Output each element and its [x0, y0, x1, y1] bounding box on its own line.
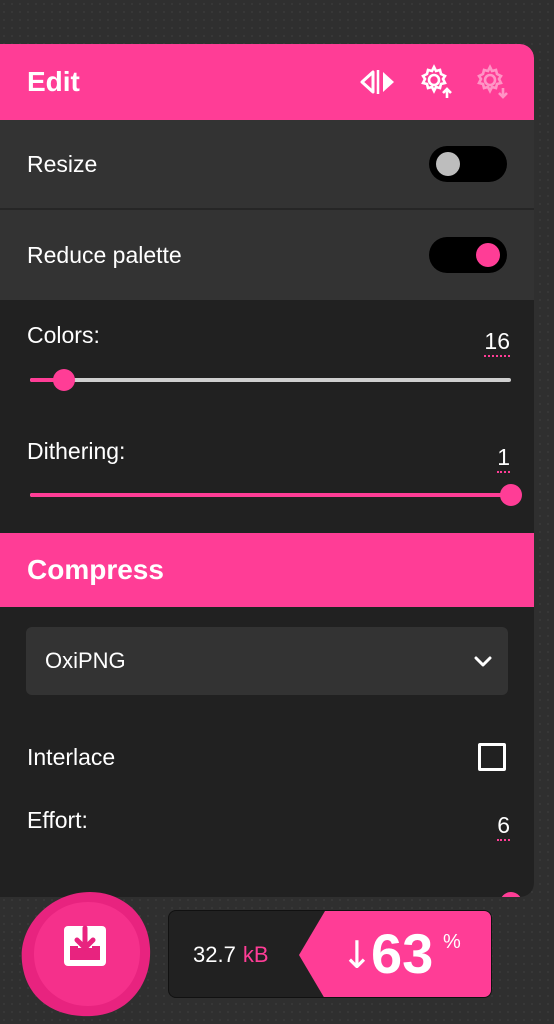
reduce-palette-label: Reduce palette	[27, 241, 182, 268]
settings-upload-icon[interactable]	[418, 64, 454, 100]
interlace-checkbox[interactable]	[478, 743, 506, 771]
resize-toggle[interactable]	[429, 146, 507, 182]
download-tray-icon	[64, 925, 106, 966]
compress-header: Compress	[0, 533, 534, 607]
slider-thumb[interactable]	[52, 369, 75, 391]
codec-select[interactable]: OxiPNG	[26, 627, 508, 695]
compress-title: Compress	[27, 554, 164, 585]
compress-options: OxiPNG Interlace Effort: 6	[0, 607, 534, 897]
slider-fill	[30, 493, 511, 497]
colors-label: Colors:	[27, 322, 100, 348]
interlace-row: Interlace	[0, 732, 534, 782]
effort-value[interactable]: 6	[497, 812, 510, 841]
toggle-knob	[436, 152, 460, 176]
effort-label: Effort:	[27, 807, 88, 833]
output-size-unit: kB	[242, 942, 269, 967]
settings-download-icon[interactable]	[474, 64, 510, 100]
options-panel: Edit Resize Reduce palette Colors: 16 Di…	[0, 44, 534, 897]
download-button[interactable]	[20, 890, 152, 1018]
down-arrow-icon: ↓	[341, 933, 373, 977]
results-panel: 32.7 kB ↓ 63 %	[168, 910, 492, 998]
output-size: 32.7 kB	[193, 911, 269, 997]
edit-header: Edit	[0, 44, 534, 120]
dithering-label: Dithering:	[27, 438, 126, 464]
dithering-value[interactable]: 1	[497, 444, 510, 473]
edit-title: Edit	[27, 66, 80, 97]
reduce-palette-row: Reduce palette	[0, 210, 534, 300]
reduction-unit: %	[443, 931, 461, 953]
dithering-slider[interactable]	[30, 484, 522, 506]
chevron-down-icon	[474, 648, 492, 674]
slider-thumb[interactable]	[500, 892, 522, 897]
reduction-badge: ↓ 63 %	[299, 911, 491, 997]
reduce-palette-toggle[interactable]	[429, 237, 507, 273]
reduction-value: 63	[371, 922, 434, 985]
colors-value[interactable]: 16	[484, 328, 510, 357]
colors-slider[interactable]	[30, 369, 511, 391]
codec-select-value: OxiPNG	[45, 648, 126, 673]
resize-row: Resize	[0, 120, 534, 210]
flip-horizontal-icon[interactable]	[358, 68, 398, 96]
resize-label: Resize	[27, 150, 98, 177]
output-size-value: 32.7	[193, 942, 236, 967]
toggle-knob	[476, 243, 500, 267]
interlace-label: Interlace	[27, 743, 116, 770]
slider-thumb[interactable]	[500, 484, 522, 506]
palette-options: Colors: 16 Dithering: 1	[0, 300, 534, 533]
header-icons	[358, 44, 510, 120]
